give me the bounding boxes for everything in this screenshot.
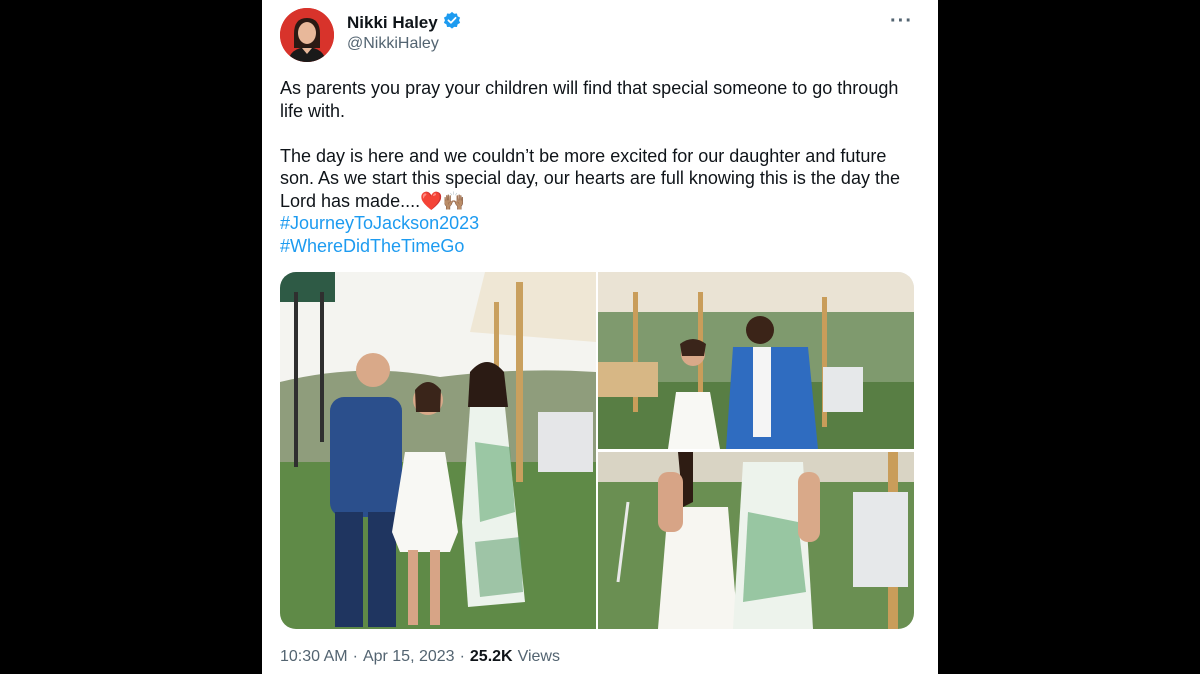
separator: · [352, 648, 358, 665]
views-count: 25.2K [469, 648, 513, 665]
author-name[interactable]: Nikki Haley [347, 13, 438, 33]
tweet-paragraph-2-text: The day is here and we couldn’t be more … [280, 145, 900, 211]
tweet-date[interactable]: Apr 15, 2023 [363, 648, 455, 666]
photo-mother-daughter[interactable] [598, 452, 914, 629]
more-icon[interactable]: ··· [890, 10, 913, 33]
avatar-image [280, 8, 334, 62]
avatar[interactable] [280, 8, 334, 62]
media-grid[interactable] [280, 272, 914, 629]
tweet-paragraph-1: As parents you pray your children will f… [280, 78, 899, 121]
tweet-paragraph-2: The day is here and we couldn’t be more … [280, 145, 910, 213]
hashtag-link[interactable]: #JourneyToJackson2023 [280, 212, 910, 235]
tweet-time[interactable]: 10:30 AM [280, 648, 348, 666]
emoji: ❤️🙌🏽 [420, 190, 465, 211]
tweet-metadata: 10:30 AM · Apr 15, 2023 · 25.2K Views [280, 648, 560, 666]
verified-badge-icon [443, 11, 461, 34]
photo-family-portrait[interactable] [280, 272, 596, 629]
tweet-card: Nikki Haley @NikkiHaley ··· As parents y… [262, 0, 938, 674]
author-handle[interactable]: @NikkiHaley [347, 35, 439, 53]
tweet-text: As parents you pray your children will f… [280, 77, 910, 257]
separator: · [459, 648, 465, 665]
hashtag-link[interactable]: #WhereDidTheTimeGo [280, 235, 910, 258]
photo-couple-toast[interactable] [598, 272, 914, 449]
views-label: Views [517, 648, 560, 665]
